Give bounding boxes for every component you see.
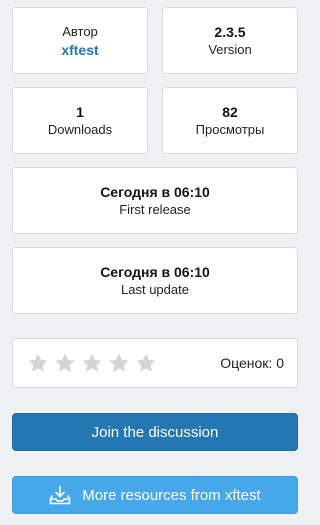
last-update-label: Last update: [121, 281, 189, 297]
more-resources-label: More resources from xftest: [82, 486, 261, 504]
downloads-label: Downloads: [47, 121, 113, 137]
author-link[interactable]: xftest: [61, 41, 98, 59]
star-icon[interactable]: [27, 352, 49, 374]
author-label: Автор: [62, 23, 98, 39]
downloads-value: 1: [76, 103, 84, 120]
author-card: Автор xftest: [12, 7, 148, 74]
join-discussion-label: Join the discussion: [91, 423, 219, 441]
version-card: 2.3.5 Version: [162, 7, 298, 74]
views-card: 82 Просмотры: [162, 87, 298, 154]
version-label: Version: [208, 41, 252, 57]
download-tray-icon: [49, 485, 71, 505]
views-label: Просмотры: [195, 121, 265, 137]
downloads-card: 1 Downloads: [12, 87, 148, 154]
star-icon[interactable]: [108, 352, 130, 374]
first-release-label: First release: [119, 201, 191, 217]
join-discussion-button[interactable]: Join the discussion: [12, 413, 298, 451]
more-resources-button[interactable]: More resources from xftest: [12, 476, 298, 514]
star-icon[interactable]: [54, 352, 76, 374]
last-update-card: Сегодня в 06:10 Last update: [12, 247, 298, 314]
rating-count: Оценок: 0: [220, 355, 284, 371]
first-release-card: Сегодня в 06:10 First release: [12, 167, 298, 234]
first-release-value: Сегодня в 06:10: [100, 183, 210, 200]
star-icon[interactable]: [135, 352, 157, 374]
star-icon[interactable]: [81, 352, 103, 374]
rating-stars[interactable]: [27, 352, 157, 374]
version-value: 2.3.5: [214, 23, 246, 40]
rating-box: Оценок: 0: [12, 338, 298, 388]
views-value: 82: [222, 103, 238, 120]
last-update-value: Сегодня в 06:10: [100, 263, 210, 280]
